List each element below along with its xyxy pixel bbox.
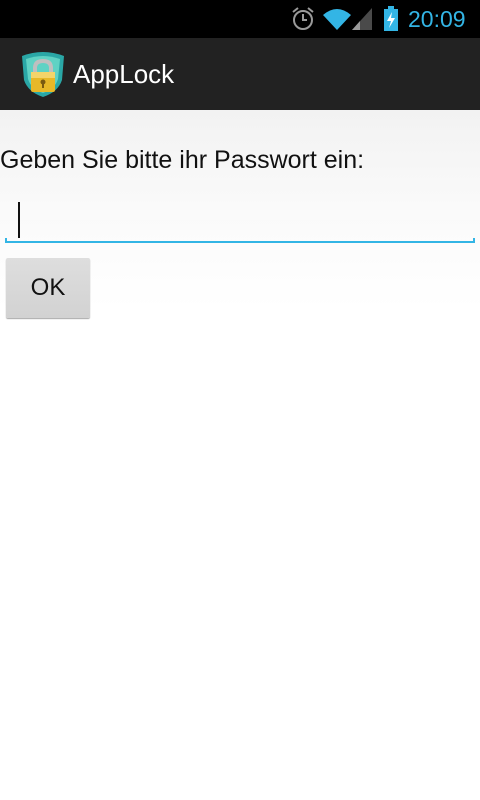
status-clock: 20:09 bbox=[408, 6, 466, 32]
password-prompt: Geben Sie bitte ihr Passwort ein: bbox=[0, 146, 365, 174]
ok-button[interactable]: OK bbox=[6, 258, 90, 318]
applock-shield-lock-icon[interactable] bbox=[18, 50, 68, 98]
password-field-container[interactable] bbox=[5, 194, 475, 246]
main-content: Geben Sie bitte ihr Passwort ein: OK bbox=[0, 110, 480, 800]
wifi-icon bbox=[323, 9, 351, 30]
text-cursor bbox=[18, 202, 20, 238]
cell-signal-icon bbox=[352, 8, 372, 30]
status-bar: 20:09 bbox=[0, 0, 480, 38]
input-focus-underline bbox=[5, 238, 475, 243]
app-title: AppLock bbox=[73, 59, 175, 89]
battery-charging-icon bbox=[384, 6, 398, 31]
password-input[interactable] bbox=[5, 194, 475, 242]
alarm-icon bbox=[292, 7, 314, 30]
action-bar: AppLock bbox=[0, 38, 480, 110]
